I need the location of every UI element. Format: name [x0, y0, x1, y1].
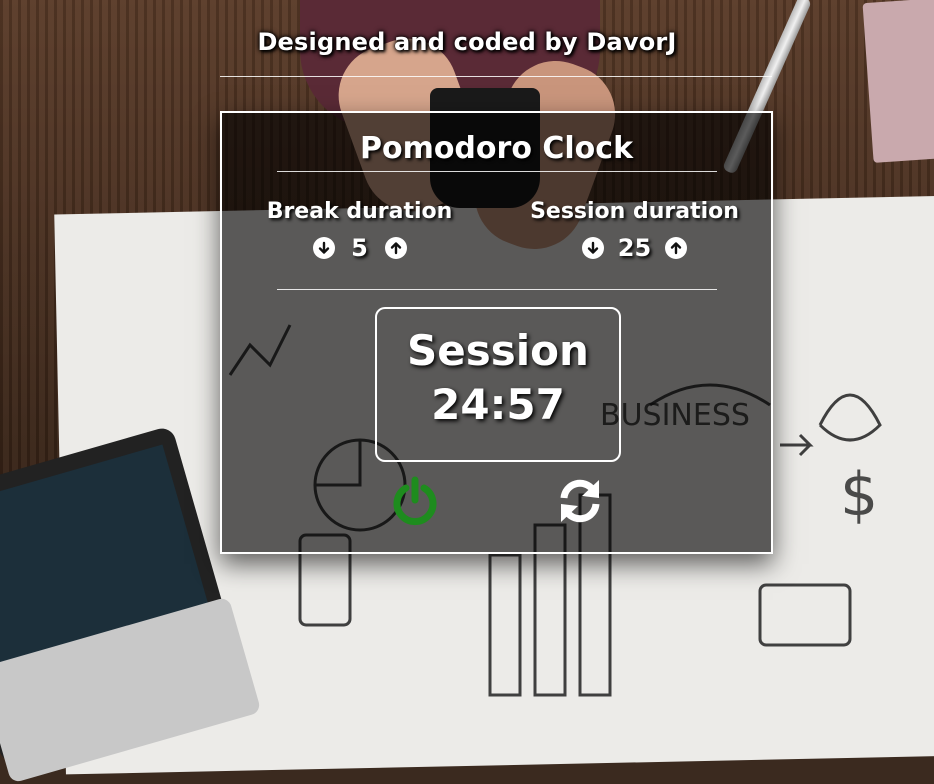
header-divider — [220, 76, 772, 77]
svg-text:$: $ — [840, 460, 878, 530]
arrow-circle-down-icon[interactable] — [581, 237, 604, 259]
session-duration-control: Session duration 25 — [522, 199, 747, 262]
arrow-circle-down-icon[interactable] — [312, 237, 335, 259]
session-duration-label: Session duration — [530, 199, 739, 224]
settings-divider — [277, 289, 717, 290]
arrow-circle-up-icon[interactable] — [384, 237, 407, 259]
break-duration-value: 5 — [351, 234, 368, 262]
timer-countdown: 24:57 — [431, 380, 565, 429]
title-divider — [277, 171, 717, 172]
start-stop-button[interactable] — [387, 473, 443, 529]
app-title: Pomodoro Clock — [359, 131, 634, 166]
session-stepper: 25 — [522, 234, 747, 262]
break-duration-label: Break duration — [266, 199, 453, 224]
arrow-circle-up-icon[interactable] — [665, 237, 688, 259]
timer-display: Session 24:57 — [375, 307, 621, 462]
timer-mode-label: Session — [407, 326, 589, 375]
refresh-icon — [560, 479, 600, 523]
power-icon — [393, 476, 437, 526]
reset-button[interactable] — [552, 473, 608, 529]
break-duration-control: Break duration 5 — [252, 199, 467, 262]
break-stepper: 5 — [252, 234, 467, 262]
author-credit: Designed and coded by DavorJ — [257, 28, 677, 56]
pomodoro-panel: Pomodoro Clock Break duration 5 Session … — [220, 111, 773, 554]
session-duration-value: 25 — [617, 234, 652, 262]
